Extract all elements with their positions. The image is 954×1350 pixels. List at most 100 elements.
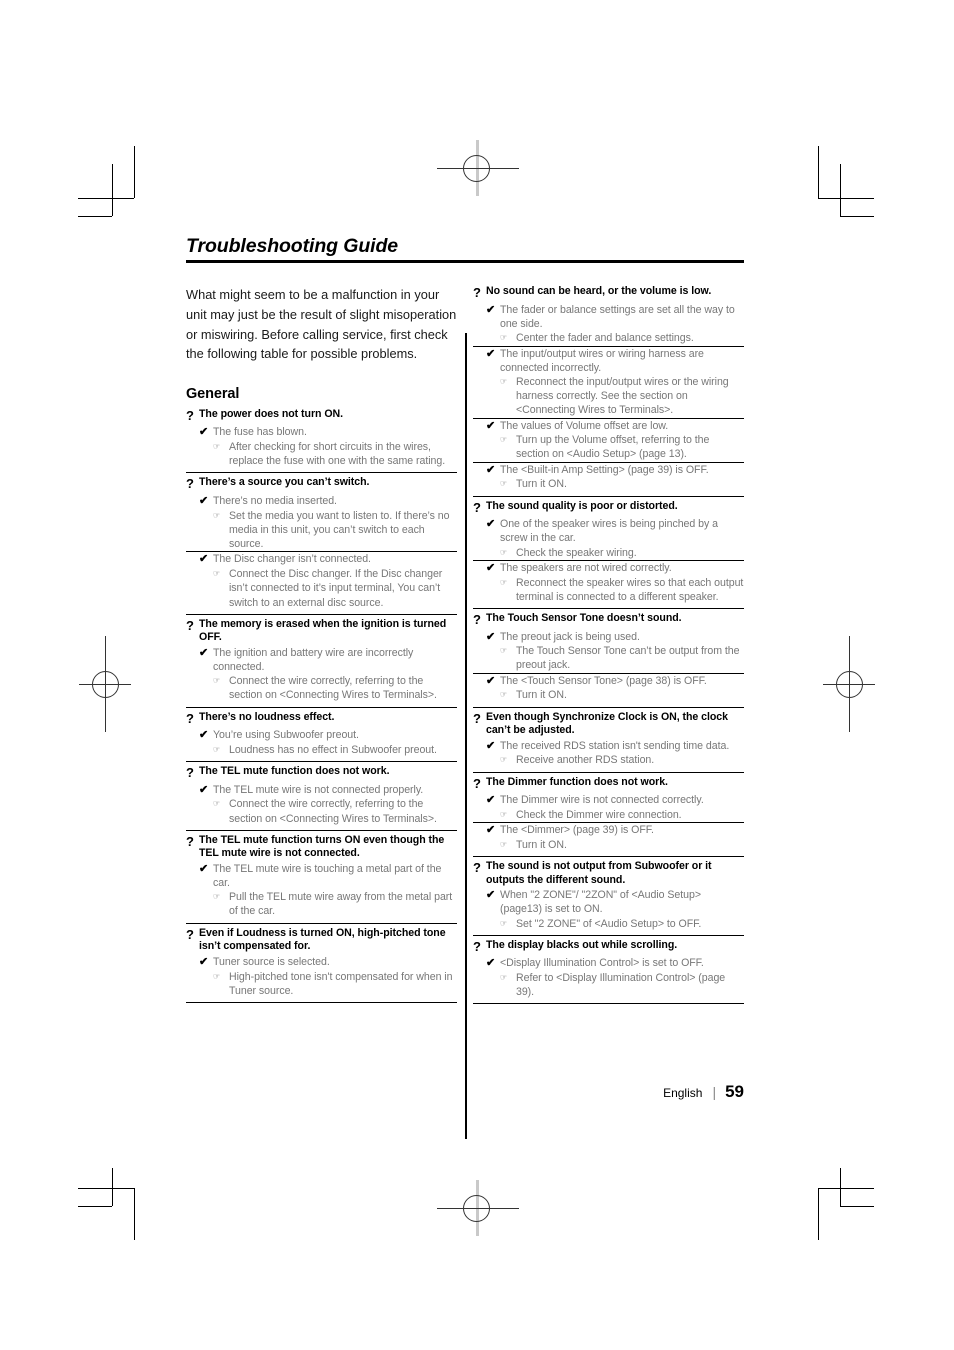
trouble-block: ? The memory is erased when the ignition … — [186, 613, 457, 707]
pointing-hand-icon: ☞ — [213, 892, 220, 902]
cause-text: The <Touch Sensor Tone> (page 38) is OFF… — [500, 674, 707, 687]
remedy-row: ☞ Reconnect the speaker wires so that eac… — [486, 576, 744, 604]
trouble-cause: ✔ The input/output wires or wiring harnes… — [473, 345, 744, 418]
remedy-text: Loudness has no effect in Subwoofer preo… — [229, 743, 437, 756]
trouble-cause: ✔ The Disc changer isn’t connected. ☞ Conne… — [186, 551, 457, 609]
pointing-hand-icon: ☞ — [213, 744, 220, 754]
cause-text: The TEL mute wire is touching a metal pa… — [213, 862, 442, 890]
checkmark-icon: ✔ — [486, 518, 496, 531]
trouble-cause: ✔ The preout jack is being used. ☞ The Touc… — [473, 630, 744, 673]
checkmark-icon: ✔ — [486, 824, 496, 837]
remedy-row: ☞ Turn it ON. — [486, 477, 744, 491]
checkmark-icon: ✔ — [486, 957, 496, 970]
trouble-question-row: ? There’s no loudness effect. — [186, 711, 457, 728]
cause-text: You’re using Subwoofer preout. — [213, 729, 359, 742]
question-mark-icon: ? — [186, 833, 194, 849]
cause-text: Tuner source is selected. — [213, 955, 330, 968]
trouble-cause: ✔ <Display Illumination Control> is set t… — [473, 956, 744, 999]
cause-row: ✔ The ignition and battery wire are incor… — [199, 646, 457, 674]
cause-text: The ignition and battery wire are incorr… — [213, 646, 414, 673]
remedy-row: ☞ High-pitched tone isn't compensated for… — [199, 970, 457, 998]
cause-text: One of the speaker wires is being pinche… — [500, 518, 718, 545]
remedy-row: ☞ Check the speaker wiring. — [486, 546, 744, 560]
two-column-layout: What might seem to be a malfunction in y… — [186, 285, 744, 1140]
trouble-cause: ✔ The TEL mute wire is touching a metal p… — [186, 862, 457, 919]
trouble-question-text: The TEL mute function turns ON even thou… — [199, 833, 445, 860]
trouble-cause: ✔ The ignition and battery wire are incor… — [186, 646, 457, 703]
trouble-question-row: ? The memory is erased when the ignition … — [186, 618, 457, 645]
trouble-question-row: ? Even if Loudness is turned ON, high-pit… — [186, 927, 457, 954]
trouble-block: ? The Dimmer function does not work. ✔ The … — [473, 771, 744, 856]
pointing-hand-icon: ☞ — [213, 799, 220, 809]
cause-text: The input/output wires or wiring harness… — [500, 347, 704, 374]
pointing-hand-icon: ☞ — [213, 510, 220, 520]
trouble-block: ? The display blacks out while scrolling.… — [473, 934, 744, 1005]
trouble-question-row: ? The display blacks out while scrolling. — [473, 939, 744, 956]
registration-mark-top — [437, 140, 519, 196]
trouble-question-row: ? The sound is not output from Subwoofer … — [473, 860, 744, 887]
cause-text: The fader or balance settings are set al… — [500, 304, 735, 331]
left-column: What might seem to be a malfunction in y… — [186, 285, 457, 1004]
remedy-text: Check the Dimmer wire connection. — [516, 808, 682, 821]
pointing-hand-icon: ☞ — [500, 577, 507, 587]
pointing-hand-icon: ☞ — [500, 377, 507, 386]
question-mark-icon: ? — [186, 710, 194, 726]
trouble-question-text: No sound can be heard, or the volume is … — [486, 285, 712, 298]
trouble-block: ? There’s no loudness effect. ✔ You’re usin… — [186, 706, 457, 762]
trouble-cause: ✔ The <Touch Sensor Tone> (page 38) is OF… — [473, 672, 744, 703]
checkmark-icon: ✔ — [199, 729, 209, 742]
trouble-block: ? The TEL mute function does not work. ✔ Th… — [186, 761, 457, 830]
pointing-hand-icon: ☞ — [500, 479, 507, 489]
cause-row: ✔ The input/output wires or wiring harnes… — [486, 347, 744, 375]
trouble-question-text: The sound quality is poor or distorted. — [486, 499, 678, 512]
page-footer: English | 59 — [186, 1082, 744, 1102]
page-title: Troubleshooting Guide — [186, 235, 399, 257]
section-heading-general: General — [186, 385, 240, 402]
cause-text: When "2 ZONE"/ "2ZON" of <Audio Setup> (… — [500, 889, 701, 916]
cause-row: ✔ The Disc changer isn’t connected. — [199, 552, 457, 567]
remedy-text: Reconnect the speaker wires so that each… — [516, 576, 744, 603]
trouble-cause: ✔ The speakers are not wired correctly. ☞ R… — [473, 559, 744, 604]
trouble-block: ? Even though Synchronize Clock is ON, th… — [473, 706, 744, 772]
question-mark-icon: ? — [473, 860, 481, 876]
remedy-text: Turn it ON. — [516, 838, 567, 851]
trouble-question-row: ? The Dimmer function does not work. — [473, 776, 744, 793]
cause-text: The speakers are not wired correctly. — [500, 561, 672, 574]
remedy-row: ☞ Turn up the Volume offset, referring to… — [486, 433, 744, 461]
remedy-row: ☞ Pull the TEL mute wire away from the me… — [199, 890, 457, 918]
trouble-cause: ✔ There’s no media inserted. ☞ Set the medi… — [186, 494, 457, 551]
remedy-text: Connect the wire correctly, referring to… — [229, 798, 437, 825]
pointing-hand-icon: ☞ — [500, 973, 507, 983]
checkmark-icon: ✔ — [199, 553, 209, 566]
cause-text: The Dimmer wire is not connected correct… — [500, 794, 704, 807]
trouble-question-text: There’s no loudness effect. — [199, 710, 335, 723]
trouble-block: ? The power does not turn ON. ✔ The fuse ha… — [186, 408, 457, 473]
cause-row: ✔ The <Touch Sensor Tone> (page 38) is OF… — [486, 674, 744, 689]
checkmark-icon: ✔ — [486, 794, 496, 807]
trouble-question-row: ? The TEL mute function does not work. — [186, 765, 457, 782]
question-mark-icon: ? — [473, 285, 481, 301]
question-mark-icon: ? — [473, 710, 481, 726]
trouble-question-text: The memory is erased when the ignition i… — [199, 617, 447, 644]
remedy-row: ☞ Connect the wire correctly, referring t… — [199, 797, 457, 825]
cause-row: ✔ The received RDS station isn't sending … — [486, 739, 744, 754]
remedy-text: Connect the wire correctly, referring to… — [229, 675, 437, 702]
checkmark-icon: ✔ — [486, 463, 496, 476]
trouble-question-text: Even though Synchronize Clock is ON, the… — [486, 710, 728, 737]
trouble-question-row: ? The Touch Sensor Tone doesn’t sound. — [473, 612, 744, 629]
trouble-cause: ✔ The <Dimmer> (page 39) is OFF. ☞ Turn it … — [473, 822, 744, 852]
trouble-cause: ✔ The fuse has blown. ☞ After checking for … — [186, 425, 457, 468]
cause-text: The TEL mute wire is not connected prope… — [213, 783, 424, 796]
cause-row: ✔ The preout jack is being used. — [486, 630, 744, 645]
checkmark-icon: ✔ — [199, 862, 209, 875]
checkmark-icon: ✔ — [199, 426, 209, 439]
right-trouble-list: ? No sound can be heard, or the volume is… — [473, 285, 744, 1005]
pointing-hand-icon: ☞ — [213, 569, 220, 579]
remedy-text: Turn up the Volume offset, referring to … — [516, 434, 710, 461]
trouble-question-row: ? Even though Synchronize Clock is ON, th… — [473, 711, 744, 738]
trouble-cause: ✔ You’re using Subwoofer preout. ☞ Loudness… — [186, 728, 457, 757]
remedy-text: Reconnect the input/output wires or the … — [516, 376, 729, 417]
remedy-text: Center the fader and balance settings. — [516, 332, 694, 345]
pointing-hand-icon: ☞ — [500, 435, 507, 445]
registration-mark-left — [76, 636, 134, 732]
